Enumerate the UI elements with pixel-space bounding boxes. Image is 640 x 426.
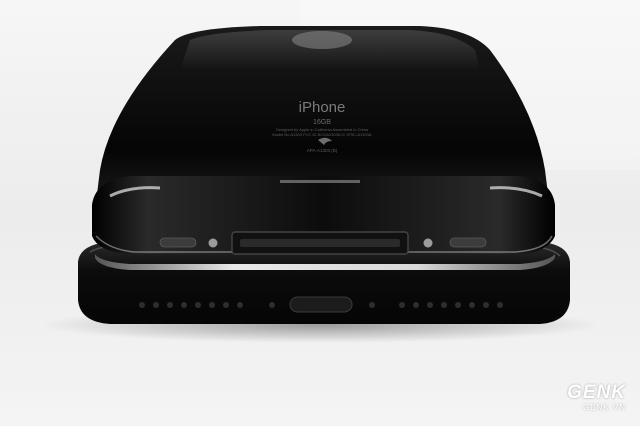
old-screw-right (423, 238, 433, 248)
old-speaker-grille-left (159, 237, 197, 248)
watermark-site: GENK.VN (582, 403, 626, 412)
storage-label: 16GB (313, 119, 331, 126)
apple-logo (292, 31, 352, 49)
photo-illustration: iPhone 16GB Designed by Apple in Califor… (0, 0, 640, 426)
screw-left (269, 302, 275, 308)
old-speaker-grille-right (449, 237, 487, 248)
back-print-line-2: Model No A1303 FCC ID BCGA1303A IC 579C-… (272, 132, 371, 137)
lightning-port (289, 296, 353, 313)
watermark: GENK GENK.VN (567, 383, 626, 412)
watermark-brand: GENK (567, 382, 626, 403)
screw-right (369, 302, 375, 308)
iphone-wordmark: iPhone (299, 99, 346, 116)
photo-scene: iPhone 16GB Designed by Apple in Califor… (0, 0, 640, 426)
compliance-label: APA-A1303 (B) (307, 148, 338, 153)
old-screw-left (208, 238, 218, 248)
